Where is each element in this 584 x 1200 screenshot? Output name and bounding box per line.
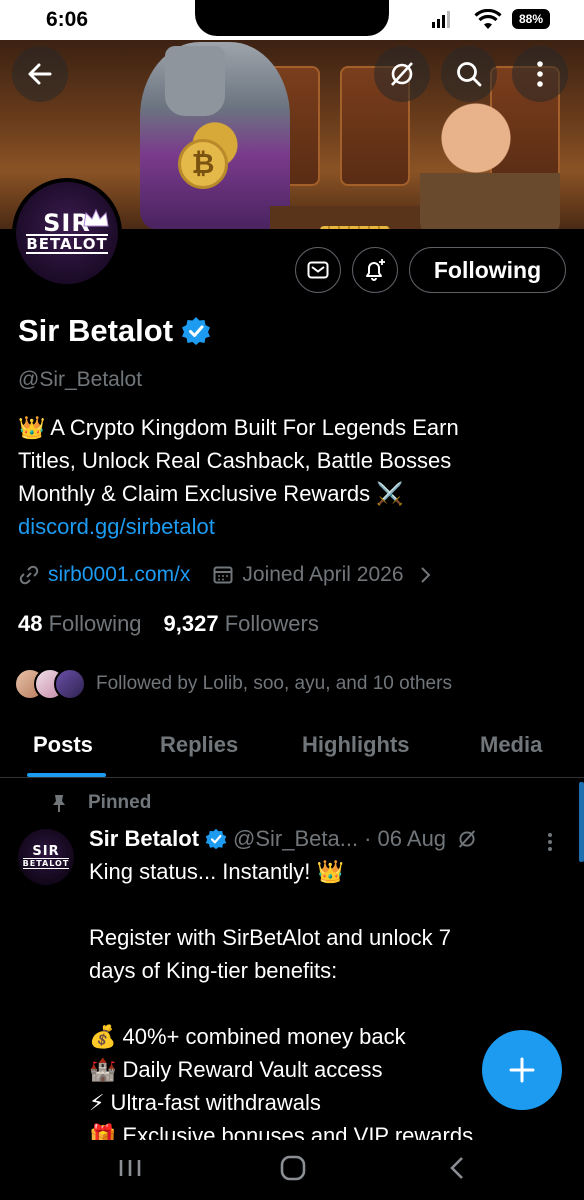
active-tab-indicator bbox=[27, 773, 106, 777]
followed-by-row[interactable]: Followed by Lolib, soo, ayu, and 10 othe… bbox=[14, 668, 452, 700]
profile-stats: 48 Following 9,327 Followers bbox=[18, 611, 319, 637]
pinned-label: Pinned bbox=[50, 792, 151, 814]
pinned-text: Pinned bbox=[88, 792, 152, 813]
gold-coins-graphic bbox=[320, 226, 390, 229]
pin-icon bbox=[53, 795, 65, 812]
post-author-name[interactable]: Sir Betalot bbox=[89, 826, 199, 852]
profile-name-text: Sir Betalot bbox=[18, 313, 174, 348]
profile-avatar[interactable]: SIR BETALOT bbox=[12, 178, 122, 288]
system-nav-bar bbox=[0, 1140, 584, 1200]
post-more-icon[interactable] bbox=[546, 831, 554, 853]
calendar-icon bbox=[213, 566, 233, 584]
card-player-graphic bbox=[420, 96, 560, 229]
grok-button[interactable] bbox=[374, 46, 430, 102]
back-nav-icon[interactable] bbox=[444, 1154, 472, 1182]
post-date[interactable]: · 06 Aug bbox=[364, 826, 446, 852]
following-button[interactable]: Following bbox=[409, 247, 566, 293]
post-text-line: King status... Instantly! 👑 bbox=[89, 859, 344, 884]
joined-date: Joined April 2026 bbox=[242, 563, 404, 586]
scrollbar[interactable] bbox=[579, 782, 584, 862]
tab-posts[interactable]: Posts bbox=[33, 732, 93, 758]
tab-media[interactable]: Media bbox=[480, 732, 542, 758]
post-text-line: Register with SirBetAlot and unlock 7 bbox=[89, 925, 451, 950]
following-count: 48 bbox=[18, 611, 43, 636]
followers-count: 9,327 bbox=[163, 611, 219, 636]
logo-betalot-text: BETALOT bbox=[26, 234, 108, 254]
post-text-line: 🎁 Exclusive bonuses and VIP rewards bbox=[89, 1123, 474, 1140]
verified-badge-icon bbox=[205, 828, 227, 850]
tab-replies[interactable]: Replies bbox=[160, 732, 238, 758]
profile-meta: sirb0001.com/x Joined April 2026 bbox=[18, 563, 432, 587]
logo-betalot-text: BETALOT bbox=[22, 857, 70, 869]
profile-name: Sir Betalot bbox=[18, 313, 211, 349]
following-count-link[interactable]: 48 Following bbox=[18, 611, 142, 637]
tab-highlights[interactable]: Highlights bbox=[302, 732, 410, 758]
status-time: 6:06 bbox=[46, 8, 89, 31]
post-author-handle[interactable]: @Sir_Beta... bbox=[233, 826, 358, 852]
search-icon bbox=[457, 62, 482, 87]
followers-label: Followers bbox=[224, 611, 319, 636]
followed-by-text: Followed by Lolib, soo, ayu, and 10 othe… bbox=[96, 673, 452, 694]
status-bar: 6:06 88% bbox=[0, 0, 584, 40]
bell-plus-icon bbox=[366, 259, 385, 281]
grok-icon bbox=[391, 62, 413, 86]
home-icon[interactable] bbox=[279, 1154, 307, 1182]
recent-apps-icon[interactable] bbox=[116, 1154, 144, 1182]
crown-icon bbox=[83, 208, 109, 227]
logo-sir-text: SIR bbox=[32, 843, 60, 859]
plus-icon bbox=[509, 1057, 535, 1083]
cellular-signal-icon bbox=[432, 10, 450, 28]
avatar-logo: SIR BETALOT bbox=[16, 182, 118, 284]
profile-handle: @Sir_Betalot bbox=[18, 368, 143, 391]
more-options-button[interactable] bbox=[512, 46, 568, 102]
post-body[interactable]: King status... Instantly! 👑 Register wit… bbox=[89, 855, 559, 1140]
grok-icon[interactable] bbox=[456, 828, 478, 850]
search-button[interactable] bbox=[441, 46, 497, 102]
chevron-right-icon[interactable] bbox=[418, 565, 432, 585]
notifications-button[interactable] bbox=[352, 247, 398, 293]
bitcoin-coin-graphic: ₿ bbox=[178, 139, 228, 189]
profile-bio: 👑 A Crypto Kingdom Built For Legends Ear… bbox=[18, 411, 568, 543]
wifi-icon bbox=[474, 9, 502, 29]
envelope-icon bbox=[307, 261, 329, 279]
more-vertical-icon bbox=[537, 61, 543, 87]
compose-post-button[interactable] bbox=[482, 1030, 562, 1110]
bio-discord-link[interactable]: discord.gg/sirbetalot bbox=[18, 510, 568, 543]
battery-icon: 88% bbox=[512, 9, 550, 29]
back-button[interactable] bbox=[12, 46, 68, 102]
message-button[interactable] bbox=[295, 247, 341, 293]
post-text-line: days of King-tier benefits: bbox=[89, 958, 338, 983]
website-link[interactable]: sirb0001.com/x bbox=[48, 563, 190, 587]
verified-badge-icon[interactable] bbox=[181, 316, 211, 346]
arrow-left-icon bbox=[28, 63, 52, 85]
bio-line: Monthly & Claim Exclusive Rewards ⚔️ bbox=[18, 481, 404, 506]
bio-line: 👑 A Crypto Kingdom Built For Legends Ear… bbox=[18, 415, 459, 440]
post-header: Sir Betalot @Sir_Beta... · 06 Aug bbox=[89, 826, 478, 852]
helmet-graphic bbox=[165, 46, 225, 116]
follower-avatar bbox=[54, 668, 86, 700]
post-author-avatar[interactable]: SIR BETALOT bbox=[18, 829, 74, 885]
link-icon bbox=[19, 565, 39, 585]
profile-tabs: Posts Replies Highlights Media bbox=[0, 718, 584, 778]
camera-notch bbox=[195, 0, 389, 36]
bio-line: Titles, Unlock Real Cashback, Battle Bos… bbox=[18, 448, 452, 473]
followers-count-link[interactable]: 9,327 Followers bbox=[164, 611, 319, 637]
following-label: Following bbox=[48, 611, 142, 636]
